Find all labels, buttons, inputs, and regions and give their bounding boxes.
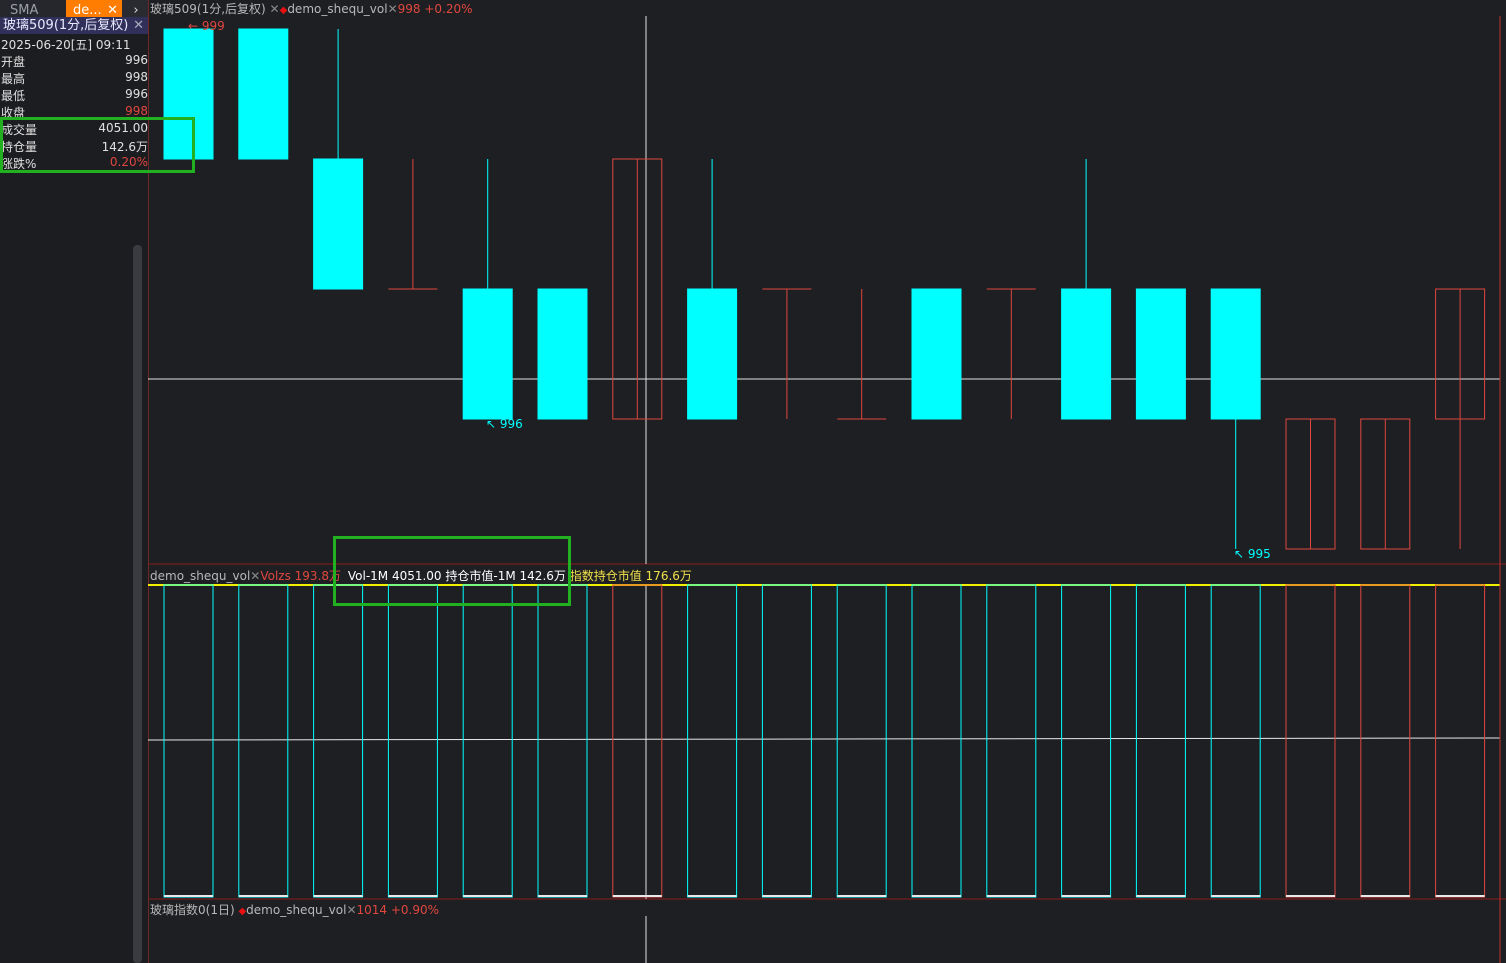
volume-bar [761, 584, 812, 898]
bottom-pane-header: 玻璃指数0(1日) ◆demo_shequ_vol✕1014 +0.90% [150, 901, 439, 918]
sub-indicator-close-icon[interactable]: ✕ [250, 569, 260, 583]
info-value: 998 [125, 70, 148, 84]
tab-bar: SMA de... ✕ › [0, 0, 148, 18]
candle-body-down [1210, 288, 1261, 420]
volume-bar [612, 584, 663, 898]
main-indicator-close-icon[interactable]: ✕ [388, 2, 398, 16]
volume-bar [836, 584, 887, 898]
bottom-price-label: 1014 +0.90% [356, 903, 440, 917]
candle-body-down [687, 288, 738, 420]
sub-indicator-label: demo_shequ_vol [150, 569, 251, 583]
volume-bar [163, 584, 214, 898]
candle-body-down [462, 288, 513, 420]
volume-bar [1360, 584, 1411, 898]
main-pane-header: 玻璃509(1分,后复权) ✕◆demo_shequ_vol✕998 +0.20… [150, 0, 473, 17]
chart-area[interactable]: ← 999 ↖ 996 ↖ 995 玻璃509(1分,后复权) ✕◆demo_she… [148, 0, 1506, 963]
volume-bar [1285, 584, 1336, 898]
bottom-indicator-label: demo_shequ_vol [246, 903, 347, 917]
candle-body-down [238, 28, 289, 160]
volume-bar [537, 584, 588, 898]
volume-bar [1210, 584, 1261, 898]
low-annotation: ↖ 996 [486, 417, 523, 431]
volzs-label: Volzs 193.8万 [260, 569, 342, 583]
info-value: 996 [125, 53, 148, 67]
main-symbol-label: 玻璃509(1分,后复权) [150, 2, 266, 16]
high-annotation: ← 999 [188, 19, 225, 33]
candle-body-down [1061, 288, 1112, 420]
info-row: 最低 996 [0, 87, 148, 104]
volume-bar [687, 584, 738, 898]
main-symbol-close-icon[interactable]: ✕ [270, 2, 280, 16]
volume-bar [1435, 584, 1486, 898]
candle-body-down [1135, 288, 1186, 420]
candle-body-down [537, 288, 588, 420]
volume-bar [1135, 584, 1186, 898]
volume-bar [986, 584, 1037, 898]
main-price-label: 998 +0.20% [397, 2, 473, 16]
tab-de-label: de... [73, 3, 102, 18]
candle-body-down [313, 158, 364, 290]
bar-datetime: 2025-06-20[五] 09:11 [1, 38, 131, 52]
bottom-indicator-close-icon[interactable]: ✕ [346, 903, 356, 917]
volume-bar [1061, 584, 1112, 898]
volume-bar [313, 584, 364, 898]
volume-bar [911, 584, 962, 898]
info-label: 最高 [1, 72, 26, 86]
sidebar-scrollbar[interactable] [133, 245, 142, 963]
index-oi-label: 指数持仓市值 176.6万 [569, 569, 692, 583]
symbol-title: 玻璃509(1分,后复权) [3, 18, 129, 33]
symbol-row[interactable]: 玻璃509(1分,后复权) ✕ [0, 17, 148, 34]
volume-bar [387, 584, 438, 898]
chart-canvas[interactable]: ← 999 ↖ 996 ↖ 995 [148, 0, 1506, 963]
symbol-close-icon[interactable]: ✕ [133, 17, 144, 34]
info-row: 最高 998 [0, 70, 148, 87]
tab-next-icon[interactable]: › [126, 0, 146, 18]
candle-body-down [911, 288, 962, 420]
tab-sma[interactable]: SMA [0, 0, 66, 18]
highlight-box-volume [333, 536, 571, 606]
info-label: 最低 [1, 89, 26, 103]
info-row: 开盘 996 [0, 53, 148, 70]
volume-bar [238, 584, 289, 898]
highlight-box-info [0, 117, 195, 173]
low-annotation: ↖ 995 [1234, 547, 1271, 561]
info-value: 998 [125, 104, 148, 118]
volume-bar [462, 584, 513, 898]
main-indicator-label: demo_shequ_vol [287, 2, 388, 16]
bottom-symbol-label: 玻璃指数0(1日) [150, 903, 235, 917]
info-value: 996 [125, 87, 148, 101]
oi-line [148, 737, 1501, 741]
tab-de[interactable]: de... ✕ [66, 0, 122, 18]
info-label: 开盘 [1, 55, 26, 69]
